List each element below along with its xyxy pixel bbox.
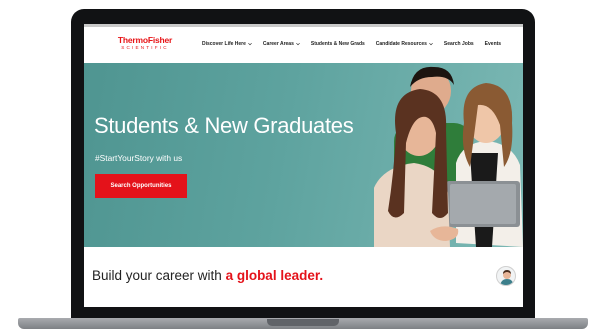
search-opportunities-button[interactable]: Search Opportunities — [95, 174, 187, 198]
intro-section: Build your career with a global leader. — [84, 247, 523, 307]
tagline-accent: a global leader. — [225, 268, 324, 283]
nav-item-label: Students & New Grads — [310, 41, 365, 47]
nav-item-search-jobs[interactable]: Search Jobs — [444, 41, 474, 47]
laptop-notch — [267, 319, 339, 326]
nav-item-candidate-resources[interactable]: Candidate Resources — [376, 41, 433, 47]
logo-subtitle: SCIENTIFIC — [121, 44, 169, 50]
chat-avatar-icon[interactable] — [496, 266, 516, 286]
nav-item-career-areas[interactable]: Career Areas — [263, 41, 300, 47]
hero-subtitle: #StartYourStory with us — [95, 153, 183, 163]
section-tagline: Build your career with a global leader. — [92, 268, 323, 283]
header-top-strip — [84, 24, 523, 27]
nav-item-label: Candidate Resources — [375, 41, 427, 47]
nav-item-events[interactable]: Events — [485, 41, 501, 47]
main-nav: Discover Life Here Career Areas Students… — [202, 41, 501, 47]
chat-avatar-graphic — [500, 270, 514, 285]
nav-item-label: Search Jobs — [443, 41, 474, 47]
chevron-down-icon — [429, 42, 433, 46]
thermofisher-logo[interactable]: ThermoFisher SCIENTIFIC — [110, 36, 180, 50]
chevron-down-icon — [248, 42, 252, 46]
site-header: ThermoFisher SCIENTIFIC Discover Life He… — [84, 24, 523, 63]
tagline-prefix: Build your career with — [92, 268, 226, 283]
nav-item-students-new-grads[interactable]: Students & New Grads — [311, 41, 365, 47]
nav-item-label: Career Areas — [262, 41, 294, 47]
browser-screen: ThermoFisher SCIENTIFIC Discover Life He… — [84, 24, 523, 307]
hero-title: Students & New Graduates — [94, 113, 354, 138]
laptop-mockup: ThermoFisher SCIENTIFIC Discover Life He… — [0, 0, 598, 332]
students-group-photo — [374, 66, 523, 247]
hero-banner: Students & New Graduates #StartYourStory… — [84, 63, 523, 247]
nav-item-label: Discover Life Here — [202, 41, 246, 47]
nav-item-discover-life-here[interactable]: Discover Life Here — [202, 41, 252, 47]
nav-item-label: Events — [484, 41, 502, 47]
chevron-down-icon — [296, 42, 300, 46]
logo-wordmark: ThermoFisher — [117, 35, 173, 45]
